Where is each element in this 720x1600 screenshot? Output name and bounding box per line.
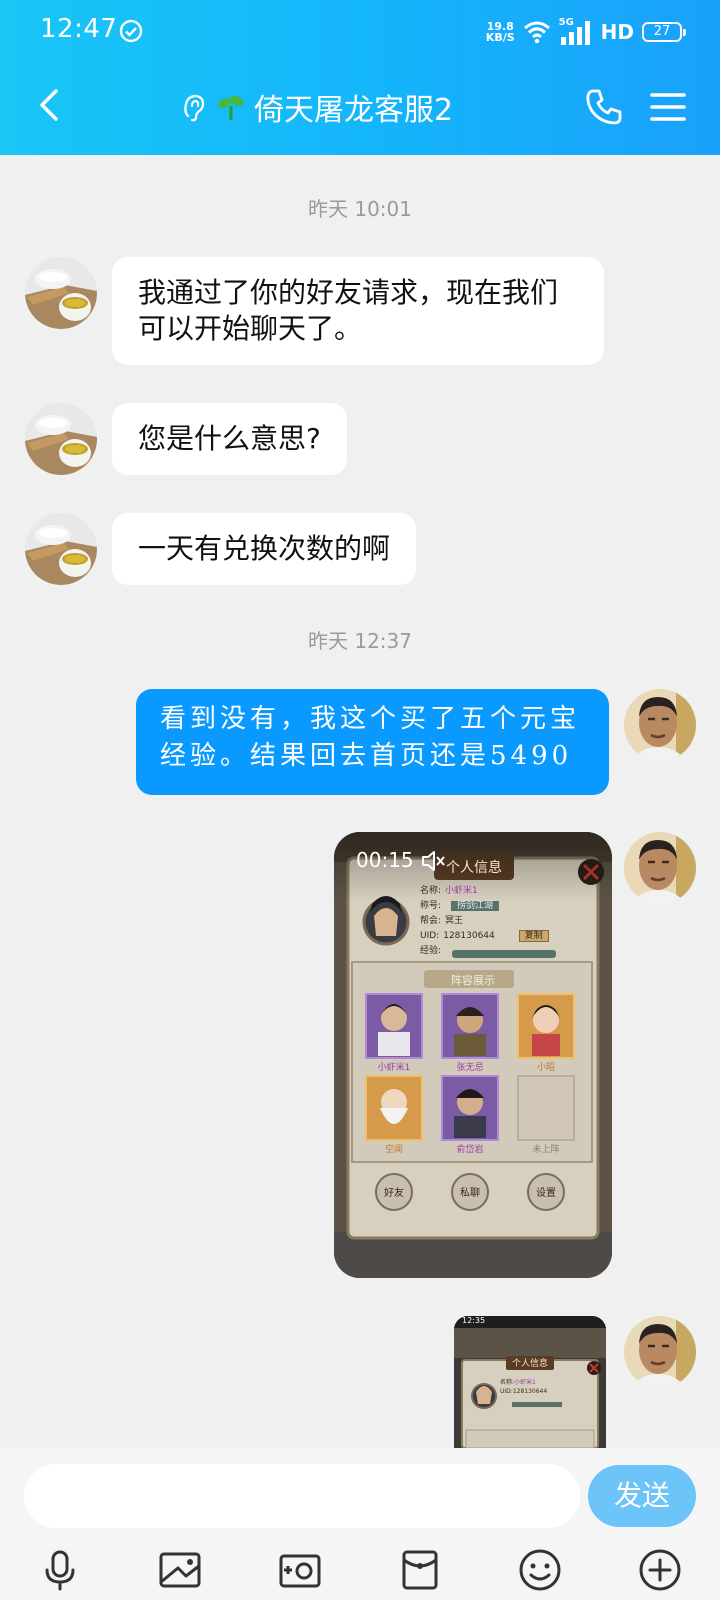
tea-avatar-image bbox=[25, 257, 97, 329]
red-packet-icon[interactable] bbox=[396, 1546, 444, 1594]
info-guild-row: 帮会: 冥王 bbox=[420, 914, 549, 929]
timestamp: 昨天 12:37 bbox=[308, 629, 412, 653]
avatar-contact[interactable] bbox=[25, 513, 97, 585]
image-name-label: 名称: bbox=[500, 1379, 515, 1386]
info-exp-label: 经验: bbox=[420, 946, 442, 956]
video-message[interactable]: 个人信息 名称: 小虾米1 称号: 捞剑江湖 帮会: 冥王 UID: 128130644… bbox=[334, 832, 612, 1278]
input-toolbar bbox=[0, 1544, 720, 1600]
title-area[interactable]: 倚天屠龙客服2 bbox=[180, 85, 453, 129]
player-info: 名称: 小虾米1 称号: 捞剑江湖 帮会: 冥王 UID: 128130644 复制 经验… bbox=[420, 884, 549, 959]
hd-label: HD bbox=[600, 20, 634, 44]
panel-button-label: 私聊 bbox=[460, 1188, 480, 1199]
input-area: 发送 bbox=[0, 1448, 720, 1600]
panel-title: 个人信息 bbox=[446, 860, 502, 876]
image-message[interactable]: 12:35 个人信息 名称:小虾米1 UID:128130644 bbox=[454, 1316, 606, 1448]
tea-avatar-image bbox=[25, 513, 97, 585]
video-duration: 00:15 bbox=[356, 848, 414, 872]
image-uid-row: UID:128130644 bbox=[500, 1387, 547, 1396]
info-uid-row: UID: 128130644 复制 bbox=[420, 929, 549, 944]
net-speed: 19.8 KB/S bbox=[486, 21, 515, 43]
chat-title: 倚天屠龙客服2 bbox=[254, 93, 454, 128]
self-avatar-image bbox=[624, 1316, 696, 1388]
image-name-value: 小虾米1 bbox=[514, 1379, 536, 1386]
avatar-contact[interactable] bbox=[25, 257, 97, 329]
hero-name: 小虾米1 bbox=[377, 1063, 411, 1073]
panel-button-label: 设置 bbox=[536, 1188, 556, 1199]
info-guild-label: 帮会: bbox=[420, 916, 442, 926]
image-name-row: 名称:小虾米1 bbox=[500, 1378, 547, 1387]
hero-name: 未上阵 bbox=[532, 1145, 560, 1155]
timestamp: 昨天 10:01 bbox=[308, 197, 412, 221]
image-info: 名称:小虾米1 UID:128130644 bbox=[500, 1378, 547, 1396]
image-panel-title: 个人信息 bbox=[511, 1359, 548, 1369]
self-avatar-image bbox=[624, 689, 696, 761]
send-button[interactable]: 发送 bbox=[588, 1465, 696, 1527]
avatar-self[interactable] bbox=[624, 689, 696, 761]
image-time: 12:35 bbox=[462, 1316, 486, 1325]
check-circle-icon bbox=[119, 19, 143, 43]
chat-header: 12:47 19.8 KB/S 5G HD 27 倚天屠龙客服2 bbox=[0, 0, 720, 155]
tea-avatar-image bbox=[25, 403, 97, 475]
message-incoming[interactable]: 一天有兑换次数的啊 bbox=[112, 513, 417, 585]
mute-icon[interactable] bbox=[420, 849, 446, 873]
info-uid-label: UID: bbox=[420, 931, 440, 941]
image-uid-label: UID: bbox=[500, 1388, 513, 1395]
hero-name: 空闻 bbox=[384, 1145, 403, 1155]
avatar-contact[interactable] bbox=[25, 403, 97, 475]
phone-icon[interactable] bbox=[584, 87, 624, 127]
avatar-self[interactable] bbox=[624, 832, 696, 904]
menu-icon[interactable] bbox=[650, 91, 686, 123]
message-input[interactable] bbox=[24, 1464, 580, 1528]
camera-icon[interactable] bbox=[276, 1546, 324, 1594]
info-nick-row: 称号: 捞剑江湖 bbox=[420, 899, 549, 914]
network-type: 5G bbox=[558, 17, 574, 28]
status-bar: 12:47 19.8 KB/S 5G HD 27 bbox=[0, 0, 720, 60]
signal-icon: 5G bbox=[558, 17, 593, 45]
add-more-icon[interactable] bbox=[636, 1546, 684, 1594]
hero-name: 俞岱岩 bbox=[456, 1145, 484, 1155]
battery-icon: 27 bbox=[642, 22, 686, 42]
microphone-icon[interactable] bbox=[36, 1546, 84, 1594]
info-guild-value: 冥王 bbox=[445, 916, 464, 926]
status-time: 12:47 bbox=[40, 14, 118, 44]
lineup-title: 阵容展示 bbox=[451, 974, 495, 987]
message-outgoing[interactable]: 看到没有，我这个买了五个元宝经验。结果回去首页还是5490 bbox=[136, 689, 609, 795]
avatar-self[interactable] bbox=[624, 1316, 696, 1388]
info-uid-value: 128130644 bbox=[443, 931, 495, 941]
hero-name: 小昭 bbox=[536, 1063, 555, 1073]
status-icons: 19.8 KB/S 5G HD 27 bbox=[486, 17, 686, 46]
back-icon[interactable] bbox=[30, 85, 70, 125]
info-nick-label: 称号: bbox=[420, 901, 442, 911]
hero-name: 张无忌 bbox=[456, 1063, 484, 1073]
message-incoming[interactable]: 我通过了你的好友请求，现在我们可以开始聊天了。 bbox=[112, 257, 604, 365]
info-exp-row: 经验: bbox=[420, 944, 549, 959]
image-icon[interactable] bbox=[156, 1546, 204, 1594]
self-avatar-image bbox=[624, 832, 696, 904]
info-name-value: 小虾米1 bbox=[445, 886, 478, 896]
copy-button: 复制 bbox=[518, 930, 549, 942]
sprout-icon bbox=[218, 95, 244, 120]
nav-bar: 倚天屠龙客服2 bbox=[0, 75, 720, 145]
info-nick-value: 捞剑江湖 bbox=[451, 901, 500, 911]
ear-icon bbox=[184, 94, 205, 122]
emoji-icon[interactable] bbox=[516, 1546, 564, 1594]
info-name-row: 名称: 小虾米1 bbox=[420, 884, 549, 899]
wifi-icon bbox=[523, 21, 550, 44]
battery-level: 27 bbox=[653, 24, 671, 39]
message-incoming[interactable]: 您是什么意思? bbox=[112, 403, 347, 475]
image-uid-value: 128130644 bbox=[512, 1388, 548, 1395]
net-speed-unit: KB/S bbox=[485, 31, 515, 44]
panel-button-label: 好友 bbox=[384, 1188, 404, 1199]
info-name-label: 名称: bbox=[420, 886, 442, 896]
